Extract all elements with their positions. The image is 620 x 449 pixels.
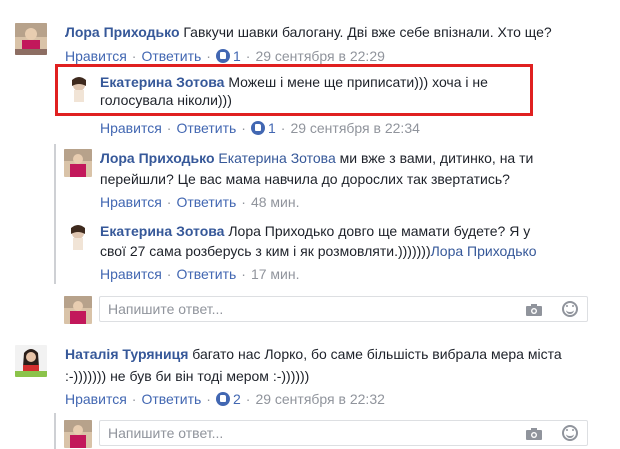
avatar-lora[interactable] (15, 23, 47, 55)
mention-link[interactable]: Лора Приходько (431, 243, 537, 259)
thread-line (54, 144, 56, 284)
emoji-icon[interactable] (562, 425, 578, 441)
comment-time[interactable]: 17 мин. (251, 266, 300, 282)
avatar-current-user (64, 420, 92, 448)
like-count[interactable]: 2 (233, 391, 241, 407)
like-button[interactable]: Нравится (100, 266, 162, 282)
comment-body: Наталія Туряниця багато нас Лорко, бо са… (65, 345, 562, 363)
reply-button[interactable]: Ответить (176, 266, 236, 282)
like-icon (250, 121, 265, 135)
reply-input[interactable]: Напишите ответ... (99, 296, 588, 322)
comment-text-cont: голосувала ніколи))) (100, 92, 232, 108)
camera-icon[interactable] (526, 427, 542, 440)
reply-button[interactable]: Ответить (176, 194, 236, 210)
like-button[interactable]: Нравится (65, 48, 127, 64)
mention-link[interactable]: Екатерина Зотова (218, 150, 335, 166)
comment-time[interactable]: 48 мин. (251, 194, 300, 210)
comment-text: Лора Приходько довго ще мамати будете? Я… (228, 223, 531, 239)
like-count[interactable]: 1 (268, 120, 276, 136)
comment-time[interactable]: 29 сентября в 22:32 (255, 391, 384, 407)
like-icon (215, 49, 230, 63)
comment-text-cont: :-))))))) не був би він тоді мером :-)))… (65, 368, 310, 384)
like-button[interactable]: Нравится (65, 391, 127, 407)
like-button[interactable]: Нравится (100, 194, 162, 210)
comment-text-cont: свої 27 сама розберусь з ким і як розмов… (100, 243, 537, 259)
comment-author[interactable]: Наталія Туряниця (65, 346, 188, 362)
emoji-icon[interactable] (562, 301, 578, 317)
comment-actions: Нравится · Ответить · 2 · 29 сентября в 22:32 (65, 391, 385, 407)
avatar-lora[interactable] (64, 149, 92, 177)
comment-body: Екатерина Зотова Можеш і мене ще приписа… (100, 73, 488, 91)
reply-button[interactable]: Ответить (141, 391, 201, 407)
comment-time[interactable]: 29 сентября в 22:29 (255, 48, 384, 64)
comment-body: Лора Приходько Екатерина Зотова ми вже з… (100, 149, 533, 167)
reply-placeholder: Напишите ответ... (108, 301, 224, 317)
camera-icon[interactable] (526, 303, 542, 316)
avatar-ekaterina[interactable] (65, 74, 93, 102)
avatar-current-user (64, 296, 92, 324)
reply-button[interactable]: Ответить (141, 48, 201, 64)
comment-text: ми вже з вами, дитинко, на ти (339, 150, 534, 166)
avatar-natalia[interactable] (15, 345, 47, 377)
comment-author[interactable]: Лора Приходько (100, 150, 215, 166)
reply-placeholder: Напишите ответ... (108, 425, 224, 441)
comment-text: Можеш і мене ще приписати))) хоча і не (228, 74, 488, 90)
thread-line (54, 413, 56, 449)
reply-input[interactable]: Напишите ответ... (99, 420, 588, 446)
comment-author[interactable]: Екатерина Зотова (100, 74, 224, 90)
comment-body: Лора Приходько Гавкучи шавки балогану. Д… (65, 23, 552, 41)
comment-author[interactable]: Екатерина Зотова (100, 223, 224, 239)
comment-text: багато нас Лорко, бо саме більшість вибр… (192, 346, 562, 362)
comment-actions: Нравится · Ответить · 1 · 29 сентября в 22:29 (65, 48, 385, 64)
comment-time[interactable]: 29 сентября в 22:34 (290, 120, 419, 136)
like-button[interactable]: Нравится (100, 120, 162, 136)
comment-actions: Нравится · Ответить · 48 мин. (100, 194, 300, 210)
comment-text: Гавкучи шавки балогану. Дві вже себе впі… (183, 24, 552, 40)
like-icon (215, 392, 230, 406)
comment-actions: Нравится · Ответить · 17 мин. (100, 266, 300, 282)
avatar-ekaterina[interactable] (64, 222, 92, 250)
comment-body: Екатерина Зотова Лора Приходько довго ще… (100, 222, 530, 240)
comment-actions: Нравится · Ответить · 1 · 29 сентября в 22:34 (100, 120, 420, 136)
like-count[interactable]: 1 (233, 48, 241, 64)
comment-text-cont: перейшли? Це вас мама навчила до доросли… (100, 171, 510, 187)
comment-author[interactable]: Лора Приходько (65, 24, 180, 40)
reply-button[interactable]: Ответить (176, 120, 236, 136)
